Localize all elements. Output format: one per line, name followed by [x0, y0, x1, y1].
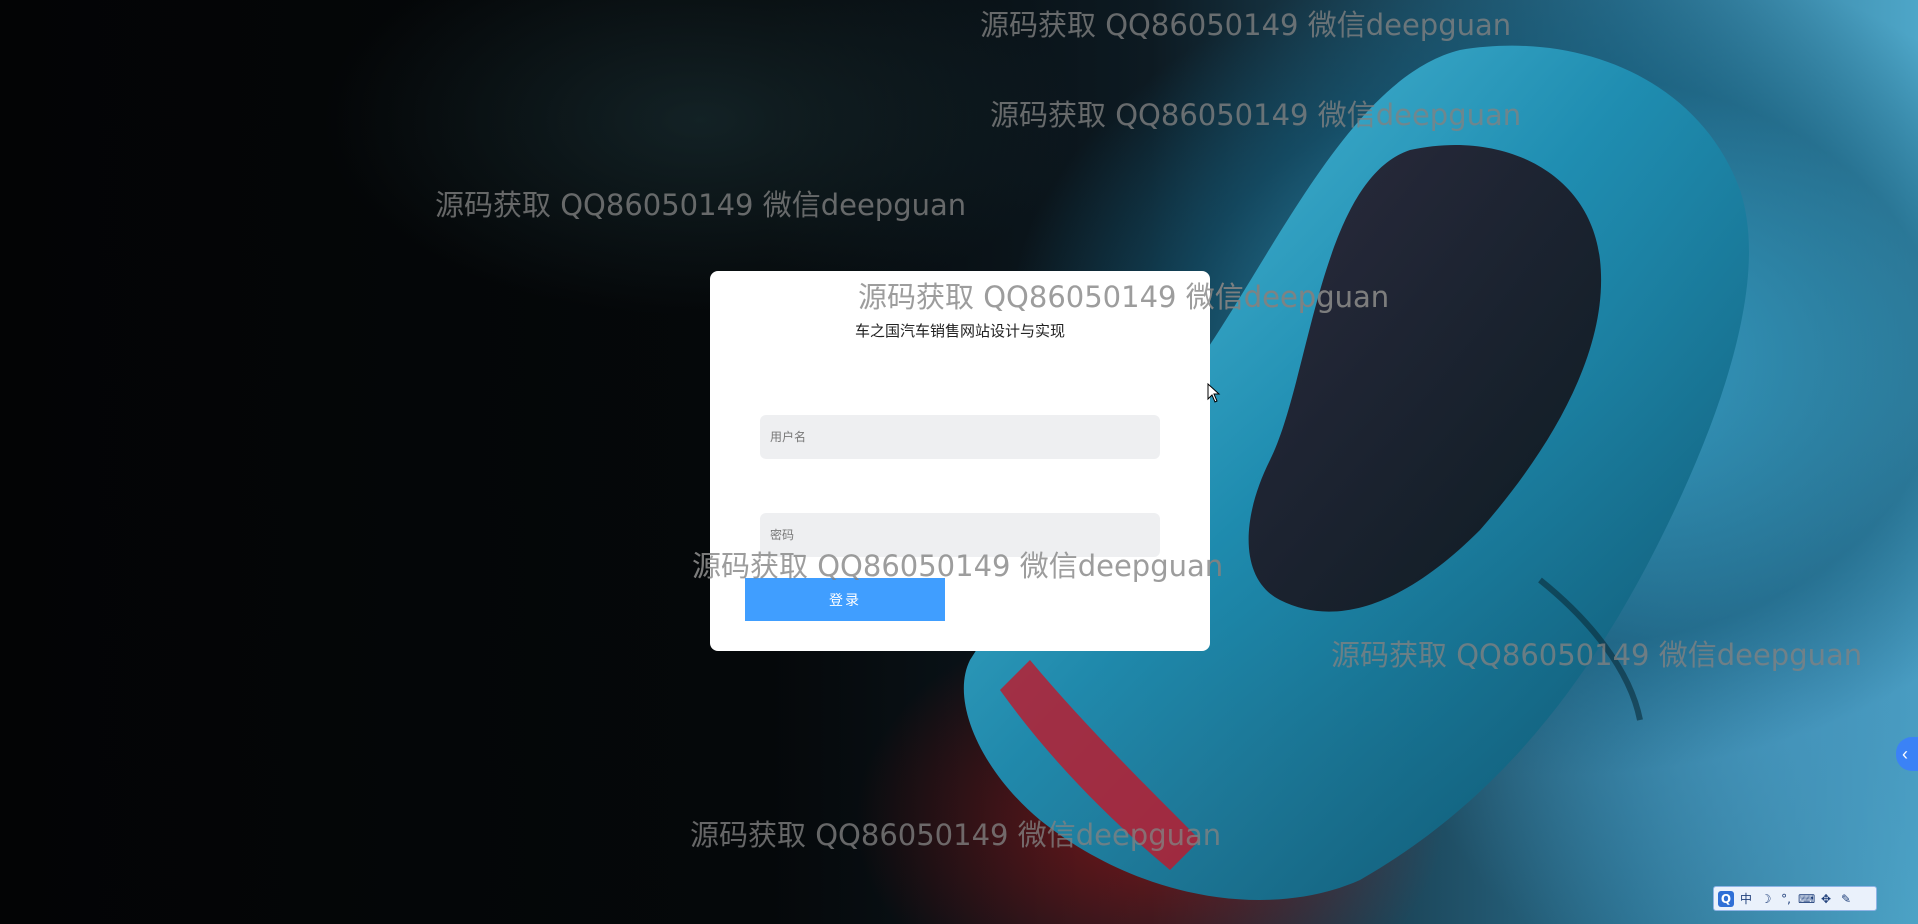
ime-toolbar[interactable]: Q 中 ☽ °, ⌨ ✥ ✎: [1713, 886, 1877, 911]
watermark-text: 源码获取 QQ86050149 微信deepguan: [690, 818, 1222, 852]
watermark-text: 源码获取 QQ86050149 微信deepguan: [990, 98, 1522, 132]
ime-keyboard-icon[interactable]: ⌨: [1798, 891, 1815, 907]
login-page: 源码获取 QQ86050149 微信deepguan 源码获取 QQ860501…: [0, 0, 1918, 924]
ime-half-width-icon[interactable]: ☽: [1758, 891, 1774, 907]
username-input[interactable]: [760, 415, 1160, 459]
ime-punctuation-icon[interactable]: °,: [1778, 891, 1794, 907]
watermark-text: 源码获取 QQ86050149 微信deepguan: [435, 188, 967, 222]
app-title: 车之国汽车销售网站设计与实现: [854, 322, 1065, 340]
watermark-text: 源码获取 QQ86050149 微信deepguan: [980, 8, 1512, 42]
ime-chinese-mode-button[interactable]: 中: [1738, 891, 1754, 907]
chevron-left-icon: ‹: [1902, 744, 1908, 764]
watermark-text: 源码获取 QQ86050149 微信deepguan: [1331, 638, 1863, 672]
ime-skin-icon[interactable]: ✥: [1818, 891, 1834, 907]
watermark-text: 源码获取 QQ86050149 微信deepguan: [692, 549, 1224, 583]
ime-settings-icon[interactable]: ✎: [1838, 891, 1854, 907]
side-panel-toggle[interactable]: ‹: [1896, 737, 1918, 771]
watermark-text: 源码获取 QQ86050149 微信deepguan: [858, 280, 1390, 314]
login-card: 车之国汽车销售网站设计与实现 登录: [710, 271, 1210, 651]
ime-logo-icon[interactable]: Q: [1718, 890, 1734, 907]
